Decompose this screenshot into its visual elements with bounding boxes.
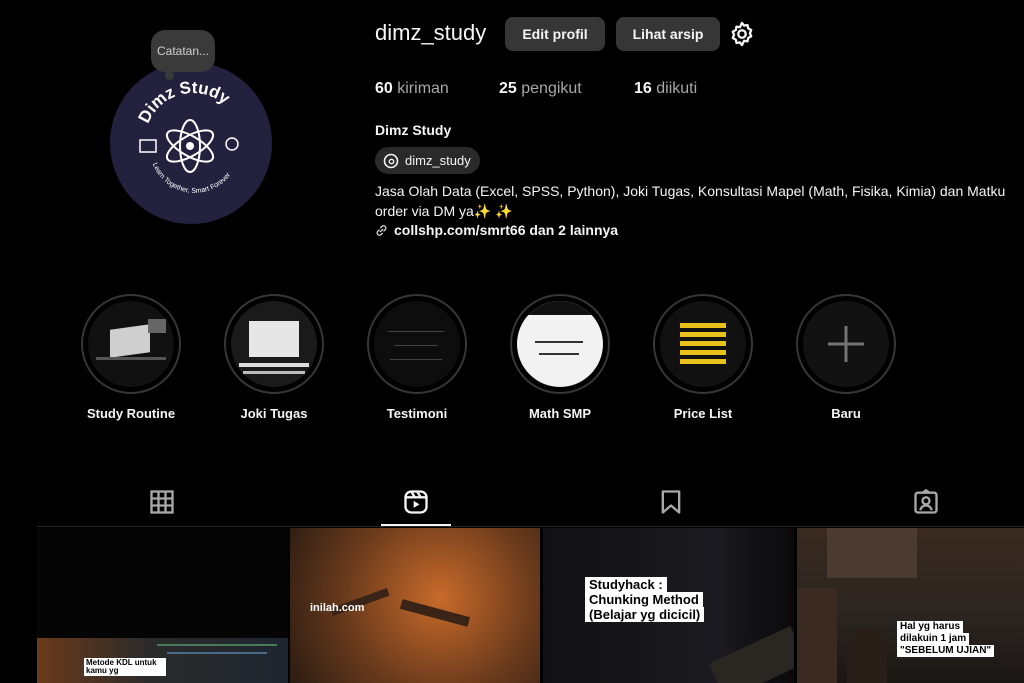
tagged-icon[interactable] bbox=[912, 488, 940, 516]
highlight-label: Testimoni bbox=[386, 406, 448, 421]
bio-line: Jasa Olah Data (Excel, SPSS, Python), Jo… bbox=[375, 183, 1006, 199]
profile-full-name: Dimz Study bbox=[375, 122, 452, 138]
highlight-label: Math SMP bbox=[528, 406, 592, 421]
post-caption: Studyhack : bbox=[585, 577, 667, 592]
highlight-math-smp[interactable]: Math SMP bbox=[510, 294, 610, 421]
highlight-cover bbox=[88, 301, 174, 387]
post-caption: "SEBELUM UJIAN" bbox=[897, 645, 995, 657]
saved-icon[interactable] bbox=[657, 488, 685, 516]
highlight-label: Study Routine bbox=[86, 406, 176, 421]
post-caption: dilakuin 1 jam bbox=[897, 633, 970, 645]
highlight-cover bbox=[803, 301, 889, 387]
profile-link[interactable]: collshp.com/smrt66 dan 2 lainnya bbox=[375, 222, 618, 238]
grid-icon[interactable] bbox=[148, 488, 176, 516]
post-tile[interactable]: Hal yg harus dilakuin 1 jam "SEBELUM UJI… bbox=[797, 528, 1024, 683]
highlight-label: Joki Tugas bbox=[240, 406, 308, 421]
note-text: Catatan... bbox=[156, 44, 210, 58]
highlight-label: Price List bbox=[673, 406, 733, 421]
view-archive-button[interactable]: Lihat arsip bbox=[616, 17, 720, 51]
stat-posts: 60 kiriman bbox=[375, 80, 449, 97]
post-caption: (Belajar yg dicicil) bbox=[585, 607, 705, 622]
avatar-tagline: Learn Together, Smart Forever bbox=[151, 162, 233, 195]
highlight-cover bbox=[231, 301, 317, 387]
profile-username: dimz_study bbox=[375, 20, 487, 45]
note-bubble[interactable]: Catatan... bbox=[151, 30, 215, 80]
post-caption: Hal yg harus bbox=[897, 621, 964, 633]
stat-following[interactable]: 16 diikuti bbox=[634, 80, 697, 98]
bio-line: order via DM ya✨ ✨ bbox=[375, 203, 513, 219]
highlight-cover bbox=[660, 301, 746, 387]
highlight-joki-tugas[interactable]: Joki Tugas bbox=[224, 294, 324, 421]
highlight-price-list[interactable]: Price List bbox=[653, 294, 753, 421]
highlight-testimoni[interactable]: Testimoni bbox=[367, 294, 467, 421]
profile-link-text: collshp.com/smrt66 dan 2 lainnya bbox=[394, 222, 619, 238]
settings-gear-icon[interactable] bbox=[728, 20, 756, 48]
avatar-logo: Dimz Study Learn Together, Smart Forever bbox=[135, 78, 239, 195]
svg-text:Dimz Study: Dimz Study bbox=[135, 78, 235, 126]
post-tile[interactable]: inilah.com bbox=[290, 528, 540, 683]
plus-icon bbox=[828, 326, 864, 362]
svg-text:Learn Together, Smart Forever: Learn Together, Smart Forever bbox=[151, 162, 233, 195]
highlight-cover bbox=[517, 301, 603, 387]
post-caption: Chunking Method bbox=[585, 592, 703, 607]
post-watermark: inilah.com bbox=[310, 602, 365, 614]
post-caption: Metode KDL untuk kamu yg bbox=[84, 658, 166, 676]
reels-icon[interactable] bbox=[402, 488, 430, 516]
edit-profile-button[interactable]: Edit profil bbox=[505, 17, 605, 51]
stat-followers[interactable]: 25 pengikut bbox=[499, 80, 582, 98]
new-highlight-button[interactable]: Baru bbox=[796, 294, 896, 421]
profile-avatar[interactable]: Dimz Study Learn Together, Smart Forever bbox=[110, 62, 272, 224]
link-icon bbox=[376, 224, 387, 236]
highlight-label: Baru bbox=[831, 406, 861, 421]
highlight-cover bbox=[374, 301, 460, 387]
avatar-title: Dimz Study bbox=[135, 78, 235, 126]
active-tab-indicator bbox=[381, 524, 451, 526]
threads-handle: dimz_study bbox=[405, 153, 471, 168]
tabs-divider bbox=[37, 526, 1024, 527]
threads-badge[interactable]: dimz_study bbox=[375, 147, 480, 174]
post-tile[interactable]: Studyhack : Chunking Method (Belajar yg … bbox=[543, 528, 794, 683]
post-tile[interactable]: Metode KDL untuk kamu yg bbox=[37, 528, 288, 683]
threads-icon bbox=[383, 153, 399, 168]
highlight-study-routine[interactable]: Study Routine bbox=[81, 294, 181, 421]
